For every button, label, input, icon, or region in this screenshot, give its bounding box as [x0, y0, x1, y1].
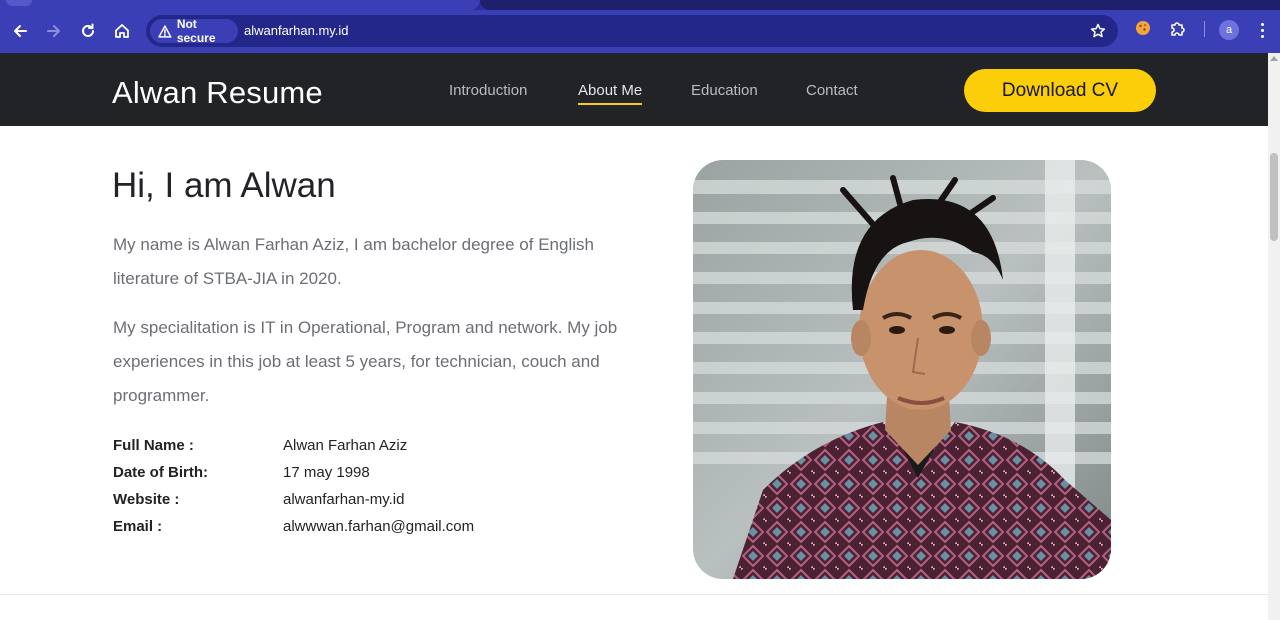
- info-label: Email :: [113, 518, 163, 535]
- kebab-menu-icon[interactable]: [1252, 18, 1272, 42]
- nav-label: About Me: [578, 82, 643, 99]
- puzzle-icon[interactable]: [1168, 19, 1188, 39]
- home-button[interactable]: [110, 19, 134, 43]
- reload-icon: [82, 23, 94, 37]
- site-header: Alwan Resume Introduction About Me Educa…: [0, 53, 1268, 126]
- site-brand[interactable]: Alwan Resume: [112, 75, 323, 111]
- hero-title: Hi, I am Alwan: [112, 166, 336, 205]
- back-button[interactable]: [8, 19, 32, 43]
- nav-label: Introduction: [449, 82, 528, 99]
- info-label: Website :: [113, 491, 180, 508]
- nav-education[interactable]: Education: [691, 82, 758, 99]
- nav-contact[interactable]: Contact: [806, 82, 858, 99]
- info-value: 17 may 1998: [283, 464, 370, 481]
- warning-triangle-icon: [158, 24, 172, 38]
- info-value: alwwwan.farhan@gmail.com: [283, 518, 475, 535]
- specialization-paragraph: My specialitation is IT in Operational, …: [113, 318, 618, 405]
- forward-button[interactable]: [42, 19, 66, 43]
- nav-introduction[interactable]: Introduction: [449, 82, 527, 99]
- browser-tab-strip: [0, 0, 1280, 10]
- forward-arrow-icon: [47, 25, 60, 37]
- address-bar[interactable]: Not secure alwanfarhan.my.id: [146, 15, 1118, 47]
- profile-photo: [693, 160, 1111, 579]
- info-label: Full Name :: [113, 437, 194, 454]
- toolbar-separator: [1204, 21, 1205, 37]
- nav-about-me[interactable]: About Me: [578, 82, 643, 105]
- security-label: Not secure: [176, 17, 216, 45]
- info-label: Date of Birth:: [113, 464, 208, 481]
- star-icon: [1090, 23, 1106, 38]
- page-scrollbar[interactable]: [1268, 53, 1280, 620]
- nav-label: Contact: [806, 82, 858, 99]
- security-indicator[interactable]: Not secure: [150, 17, 238, 45]
- active-tab[interactable]: [0, 0, 480, 10]
- url-text[interactable]: alwanfarhan.my.id: [244, 23, 349, 38]
- about-section: Hi, I am Alwan My name is Alwan Farhan A…: [0, 126, 1268, 620]
- back-arrow-icon: [14, 25, 27, 37]
- profile-avatar[interactable]: a: [1219, 20, 1239, 40]
- nav-label: Education: [691, 82, 758, 99]
- download-cv-button[interactable]: Download CV: [964, 69, 1156, 112]
- section-divider: [0, 594, 1268, 595]
- tab-favicon: [6, 0, 32, 6]
- info-value: Alwan Farhan Aziz: [283, 437, 408, 454]
- scrollbar-thumb[interactable]: [1270, 153, 1278, 241]
- cookie-icon[interactable]: [1134, 19, 1152, 37]
- info-value: alwanfarhan-my.id: [283, 491, 405, 508]
- reload-button[interactable]: [76, 19, 100, 43]
- inactive-tab-area[interactable]: [480, 0, 1280, 10]
- home-icon: [115, 24, 129, 38]
- scroll-up-icon[interactable]: [1270, 56, 1278, 61]
- bio-paragraph: My name is Alwan Farhan Aziz, I am bache…: [113, 235, 594, 288]
- active-nav-underline: [578, 103, 643, 105]
- browser-toolbar: Not secure alwanfarhan.my.id: [0, 10, 1280, 53]
- bookmark-button[interactable]: [1086, 19, 1110, 43]
